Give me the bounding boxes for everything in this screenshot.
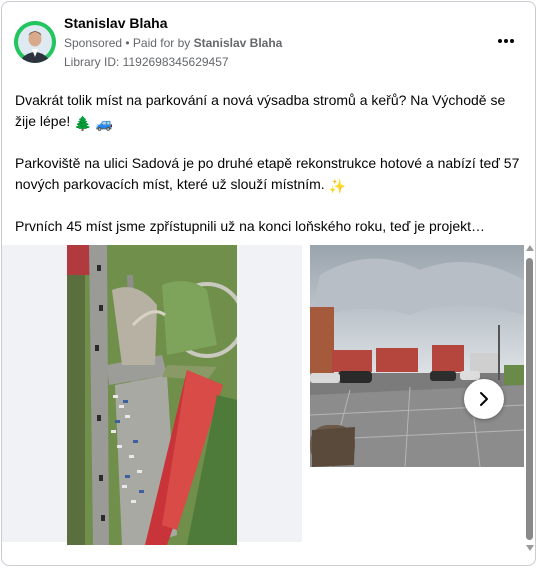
library-id: Library ID: 1192698345629457 bbox=[64, 55, 229, 69]
carousel-slide-street[interactable] bbox=[309, 245, 525, 468]
vertical-scrollbar[interactable] bbox=[524, 245, 535, 557]
scroll-down-arrow[interactable] bbox=[526, 545, 534, 551]
paid-for-prefix: • Paid for by bbox=[122, 36, 194, 50]
media-carousel[interactable] bbox=[2, 245, 525, 545]
street-parking-photo bbox=[309, 245, 525, 468]
post-body: Dvakrát tolik míst na parkování a nová v… bbox=[15, 90, 520, 257]
paid-for-by-name[interactable]: Stanislav Blaha bbox=[194, 36, 283, 50]
more-options-button[interactable] bbox=[495, 30, 517, 52]
sparkles-emoji: ✨ bbox=[328, 177, 346, 194]
carousel-next-button[interactable] bbox=[464, 379, 504, 419]
paragraph-1: Dvakrát tolik míst na parkování a nová v… bbox=[15, 90, 520, 133]
author-avatar[interactable] bbox=[14, 21, 56, 63]
aerial-parking-photo bbox=[67, 245, 237, 545]
sponsored-label: Sponsored bbox=[64, 36, 123, 50]
paragraph-2: Parkoviště na ulici Sadová je po druhé e… bbox=[15, 153, 520, 196]
chevron-right-icon bbox=[480, 392, 488, 406]
author-name[interactable]: Stanislav Blaha bbox=[64, 15, 168, 31]
paragraph-3: Prvních 45 míst jsme zpřístupnili už na … bbox=[15, 218, 486, 234]
scroll-up-arrow[interactable] bbox=[526, 245, 534, 251]
ad-card: Stanislav Blaha Sponsored • Paid for by … bbox=[1, 1, 536, 566]
carousel-slide-aerial[interactable] bbox=[2, 245, 302, 545]
more-horizontal-icon bbox=[498, 39, 514, 43]
tree-emoji: 🌲 bbox=[74, 114, 92, 131]
car-emoji: 🚙 bbox=[95, 114, 113, 131]
sponsorship-info: Sponsored • Paid for by Stanislav Blaha bbox=[64, 36, 282, 50]
scrollbar-thumb[interactable] bbox=[526, 258, 533, 540]
